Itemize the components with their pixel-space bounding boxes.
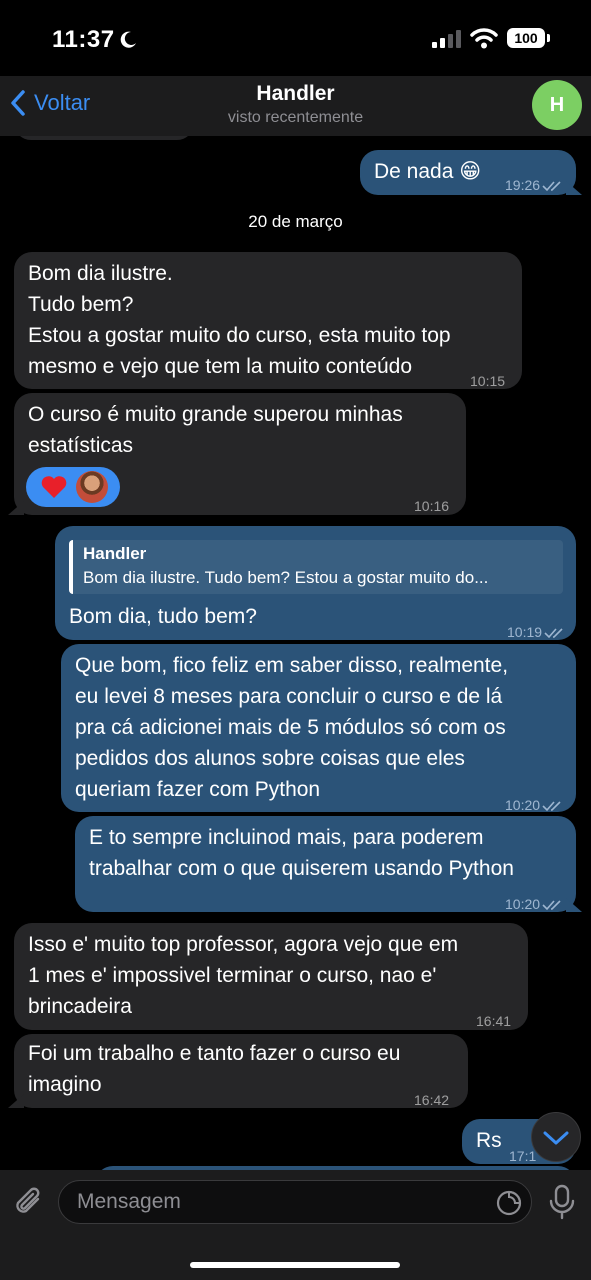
message-bubble-outgoing[interactable]: E to sempre incluinod mais, para poderem…: [75, 816, 582, 912]
reply-text: Bom dia ilustre. Tudo bem? Estou a gosta…: [83, 568, 489, 587]
message-bubble-outgoing[interactable]: Que bom, fico feliz em saber disso, real…: [61, 644, 576, 813]
message-input-placeholder: Mensagem: [77, 1190, 181, 1213]
message-text: Foi um trabalho e tanto fazer o curso eu…: [28, 1042, 401, 1096]
message-input[interactable]: Mensagem: [58, 1180, 532, 1224]
message-time: 10:16: [414, 498, 450, 514]
chat-header: Voltar Handler visto recentemente H: [0, 76, 591, 136]
message-time: 16:42: [414, 1092, 450, 1108]
signal-icon: [432, 30, 461, 48]
sticker-icon[interactable]: [495, 1189, 523, 1217]
chat-status: visto recentemente: [227, 109, 364, 126]
message-meta: 10:20: [505, 889, 564, 920]
status-time: 11:37: [52, 26, 115, 53]
status-bar: 11:37 100: [0, 0, 591, 76]
bubble-tail: [8, 1094, 24, 1108]
message-text: O curso é muito grande superou minhas es…: [28, 403, 403, 457]
message-text: De nada 😁: [374, 160, 482, 183]
battery-cap: [547, 34, 550, 42]
read-checks-icon: [542, 800, 561, 811]
read-checks-icon: [542, 180, 561, 191]
message-text: Bom dia ilustre. Tudo bem? Estou a gosta…: [28, 262, 451, 378]
reply-author: Handler: [83, 544, 147, 563]
message-time: 10:15: [470, 373, 506, 389]
message-bubble-incoming[interactable]: O curso é muito grande superou minhas es…: [8, 393, 466, 515]
message-text: Rs: [476, 1129, 502, 1152]
chevron-down-icon: [543, 1131, 569, 1145]
paperclip-icon[interactable]: [12, 1184, 46, 1220]
reply-quote[interactable]: Handler Bom dia ilustre. Tudo bem? Estou…: [69, 540, 563, 594]
microphone-icon[interactable]: [548, 1184, 576, 1220]
message-list[interactable]: De nada 😁 19:26 20 de março Bom dia ilus…: [0, 136, 591, 1170]
message-time: 19:26: [505, 177, 541, 193]
date-separator: 20 de março: [248, 212, 343, 231]
message-text: Bom dia, tudo bem?: [69, 605, 257, 628]
message-bubble-partial: [14, 136, 194, 140]
read-checks-icon: [542, 899, 561, 910]
chat-title[interactable]: Handler: [0, 82, 591, 106]
battery-icon: 100: [507, 28, 545, 48]
message-bubble-outgoing[interactable]: Handler Bom dia ilustre. Tudo bem? Estou…: [55, 526, 576, 640]
message-time: 16:41: [476, 1013, 512, 1029]
moon-icon: [120, 31, 136, 48]
bubble-tail: [566, 181, 582, 195]
bubble-tail: [566, 898, 582, 912]
message-time: 10:20: [505, 896, 541, 912]
message-text: E to sempre incluinod mais, para poderem…: [89, 826, 514, 880]
composer-bar: Mensagem: [0, 1170, 591, 1280]
message-text: Isso e' muito top professor, agora vejo …: [28, 933, 459, 1018]
message-bubble-outgoing[interactable]: De nada 😁 19:26: [360, 150, 582, 195]
scroll-to-bottom-button[interactable]: [531, 1112, 581, 1162]
bubble-tail: [8, 501, 24, 515]
battery-level: 100: [514, 30, 538, 46]
reactions-pill[interactable]: [26, 467, 120, 507]
message-meta: 19:26: [505, 170, 564, 201]
read-checks-icon: [544, 627, 563, 638]
message-text: Que bom, fico feliz em saber disso, real…: [75, 654, 509, 801]
message-bubble-incoming[interactable]: Bom dia ilustre. Tudo bem? Estou a gosta…: [14, 252, 522, 389]
wifi-icon: [470, 28, 498, 49]
contact-avatar[interactable]: H: [532, 80, 582, 130]
heart-emoji: [41, 476, 67, 498]
reaction-user-avatar: [76, 471, 108, 503]
home-indicator: [190, 1262, 400, 1268]
message-bubble-incoming[interactable]: Foi um trabalho e tanto fazer o curso eu…: [8, 1034, 468, 1108]
message-bubble-incoming[interactable]: Isso e' muito top professor, agora vejo …: [14, 923, 528, 1030]
